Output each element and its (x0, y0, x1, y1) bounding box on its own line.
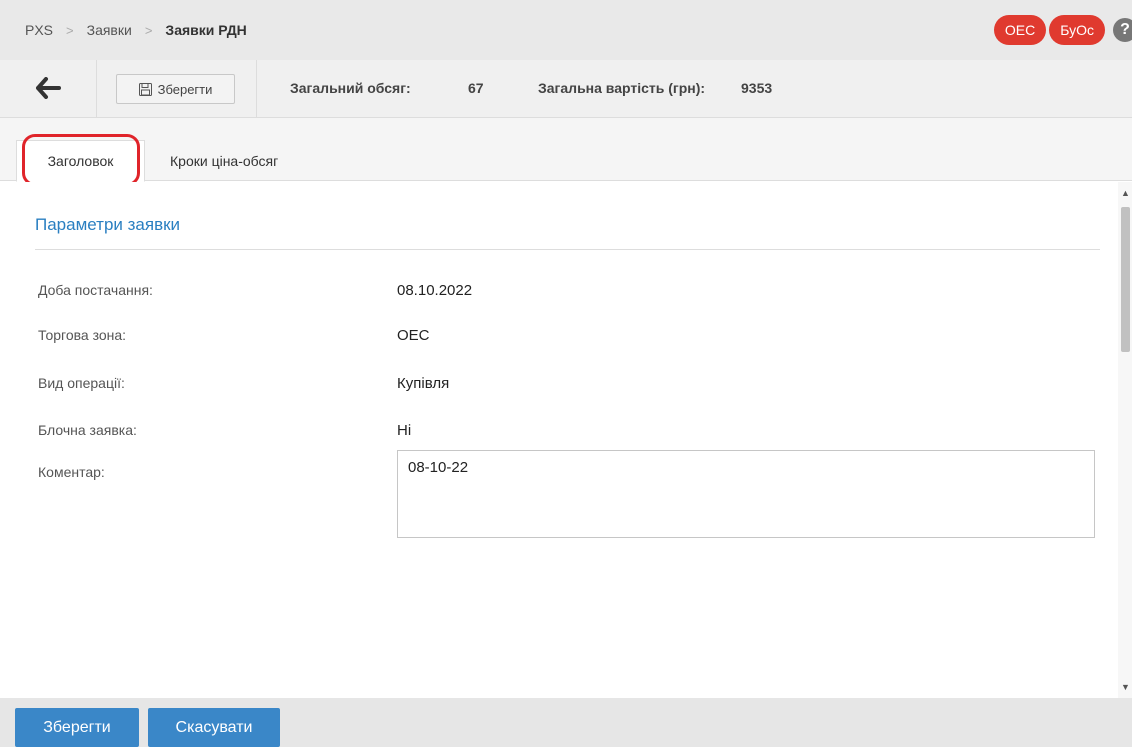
block-order-value: Ні (397, 422, 412, 439)
tab-bar: Заголовок Кроки ціна-обсяг (0, 118, 1132, 182)
scroll-up-icon[interactable]: ▲ (1121, 188, 1130, 198)
order-form: Параметри заявки Доба постачання: 08.10.… (0, 182, 1118, 698)
total-cost-label: Загальна вартість (грн): (538, 80, 706, 96)
company-badge[interactable]: БуОс (1049, 15, 1105, 45)
cancel-button[interactable]: Скасувати (148, 708, 280, 747)
trade-zone-value: ОЕС (397, 327, 430, 344)
footer-actions: Зберегти Скасувати (0, 698, 1132, 747)
breadcrumb-bar: PXS > Заявки > Заявки РДН ОЕС БуОс ? (0, 0, 1132, 60)
total-volume-value: 67 (468, 80, 484, 96)
comment-label: Коментар: (38, 464, 105, 480)
chevron-right-icon: > (66, 22, 74, 38)
breadcrumb-item-orders[interactable]: Заявки (87, 22, 132, 38)
operation-type-label: Вид операції: (38, 375, 125, 391)
back-arrow-icon[interactable] (35, 77, 63, 101)
question-circle-icon[interactable]: ? (1113, 18, 1132, 42)
save-button[interactable]: Зберегти (116, 74, 235, 104)
section-divider (35, 249, 1100, 250)
section-title: Параметри заявки (35, 215, 181, 234)
vertical-scrollbar[interactable]: ▲ ▼ (1118, 182, 1132, 698)
chevron-right-icon: > (144, 22, 153, 38)
delivery-day-value: 08.10.2022 (397, 282, 473, 299)
operation-type-value: Купівля (397, 375, 450, 392)
breadcrumb-item-pxs[interactable]: PXS (25, 22, 53, 38)
save-button-label: Зберегти (157, 81, 213, 97)
zone-badge[interactable]: ОЕС (993, 15, 1047, 45)
toolbar: Зберегти Загальний обсяг: 67 Загальна ва… (0, 60, 1132, 118)
divider (256, 60, 257, 118)
scrollbar-thumb[interactable] (1121, 207, 1130, 352)
total-volume-label: Загальний обсяг: (290, 80, 411, 96)
tab-header[interactable]: Заголовок (16, 140, 145, 182)
save-footer-button[interactable]: Зберегти (15, 708, 139, 747)
delivery-day-label: Доба постачання: (38, 282, 153, 298)
breadcrumb-item-current: Заявки РДН (165, 22, 247, 38)
floppy-disk-icon (138, 82, 152, 96)
tab-price-volume-steps[interactable]: Кроки ціна-обсяг (170, 140, 278, 182)
scroll-down-icon[interactable]: ▼ (1121, 682, 1130, 692)
block-order-label: Блочна заявка: (38, 422, 137, 438)
comment-textarea[interactable]: 08-10-22 (397, 450, 1095, 538)
trade-zone-label: Торгова зона: (38, 327, 127, 343)
divider (96, 60, 97, 118)
total-cost-value: 9353 (741, 80, 773, 96)
header-badges: ОЕС БуОс ? (993, 15, 1132, 45)
